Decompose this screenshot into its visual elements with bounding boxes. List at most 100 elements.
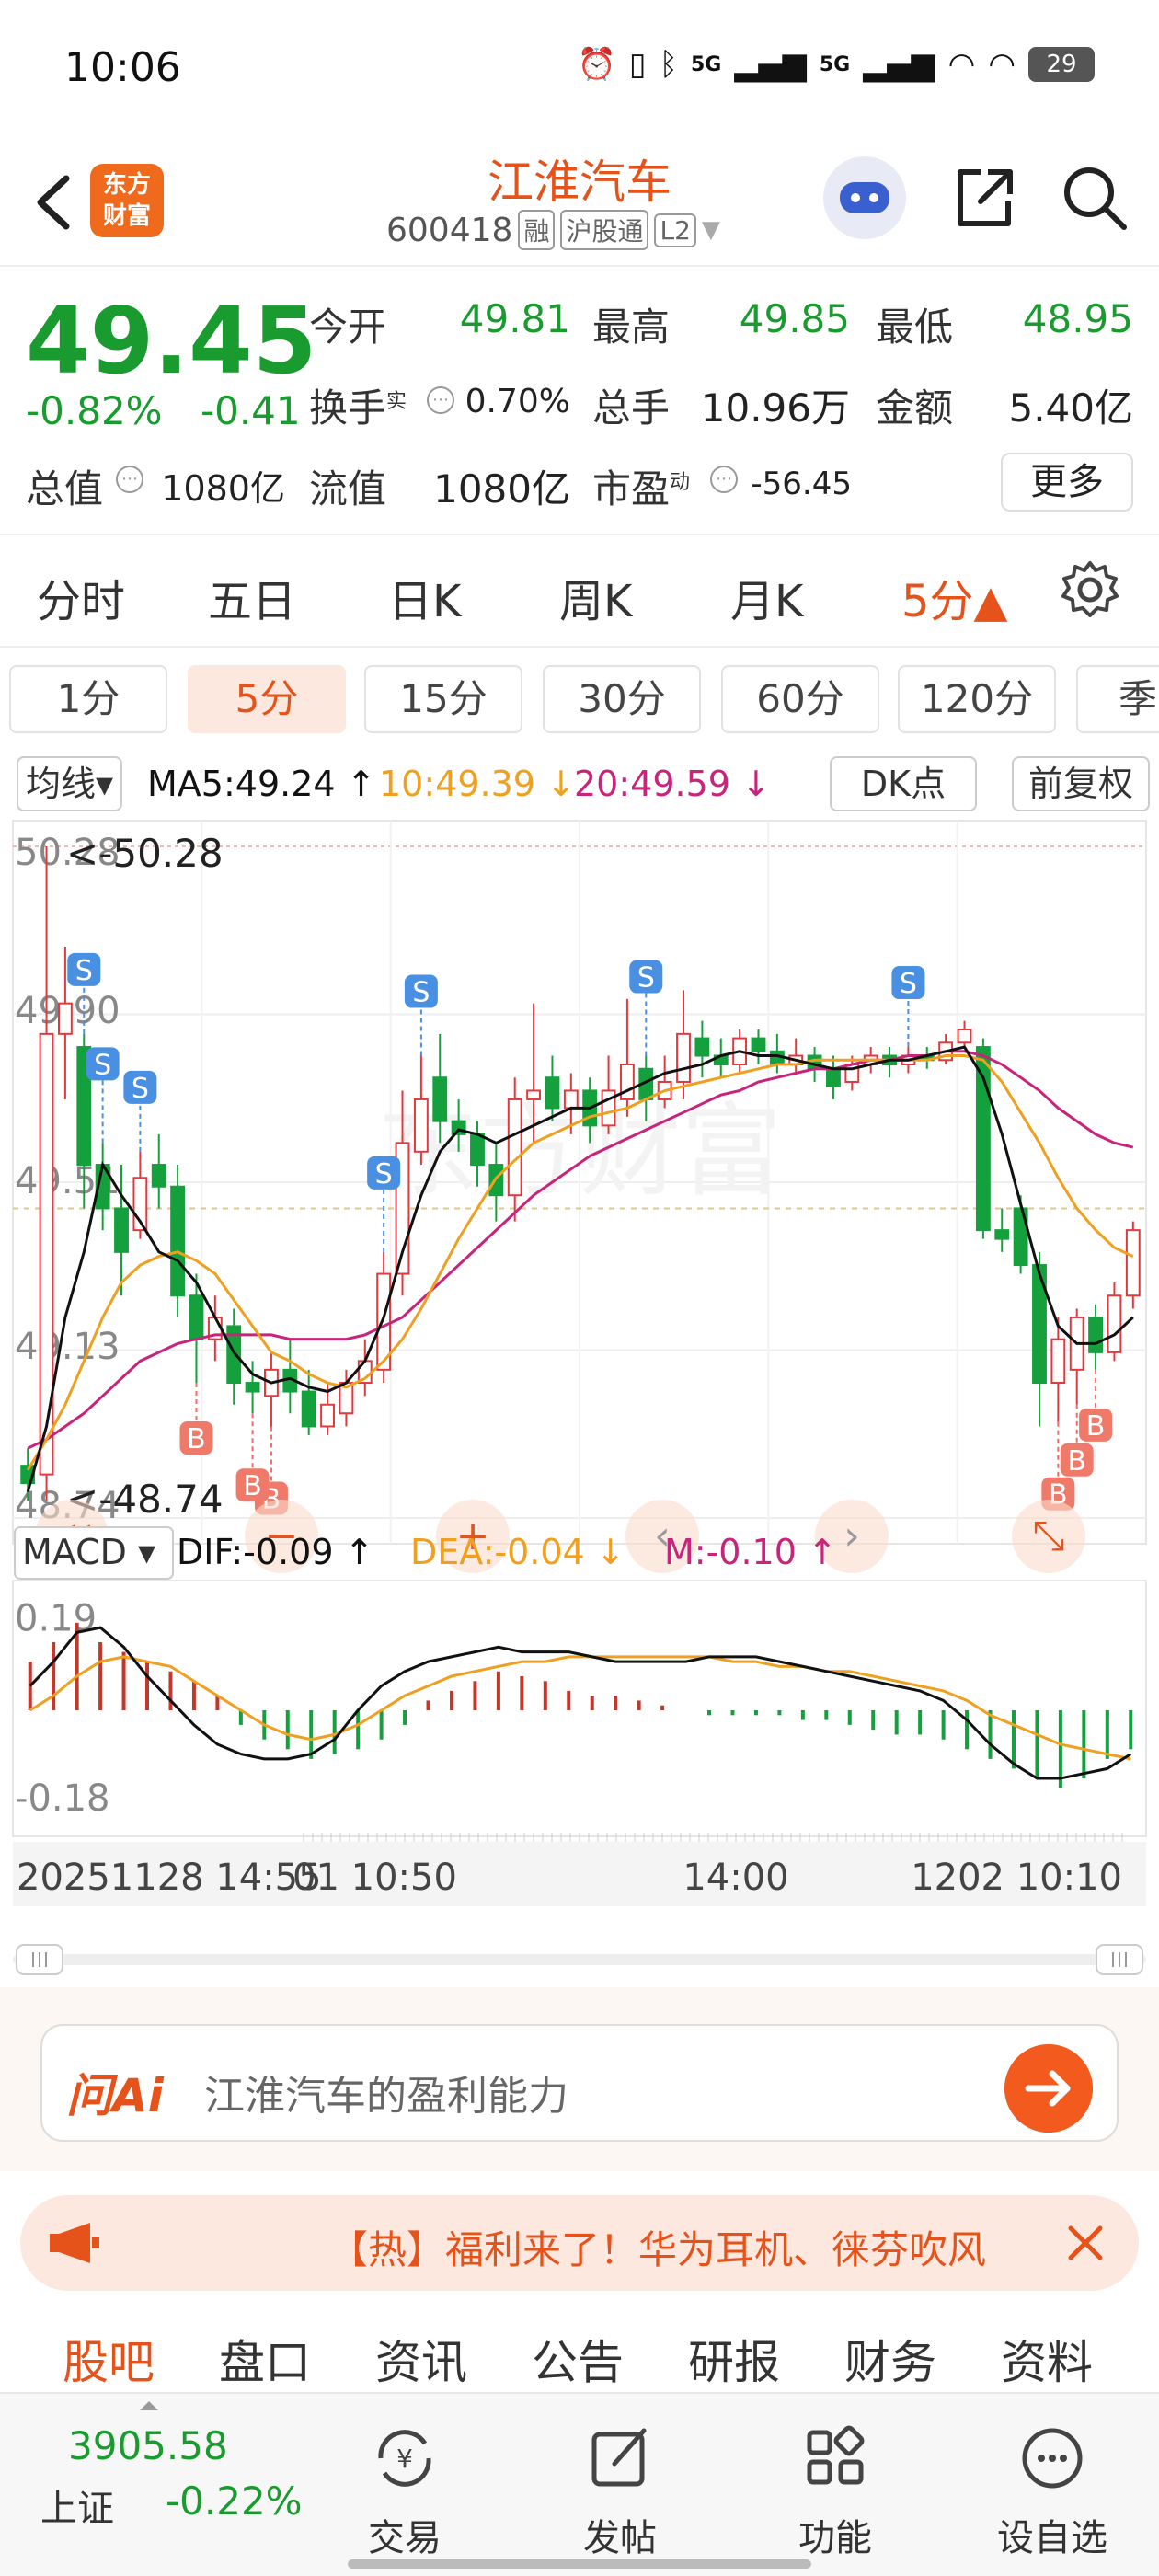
- macd-axis-bottom: -0.18: [15, 1777, 110, 1820]
- pe-info-icon[interactable]: ⋯: [710, 466, 738, 493]
- min-tab-60[interactable]: 60分: [721, 665, 879, 733]
- stock-header: 东方 财富 江淮汽车 600418 融 沪股通 L2 ▼: [0, 138, 1159, 267]
- ma-row: 均线▾ MA5:49.24 ↑ 10:49.39 ↓ 20:49.59 ↓ DK…: [11, 756, 1152, 815]
- signal-5g-icon: 5G: [691, 52, 722, 76]
- price-axis-label: 49.13: [15, 1326, 120, 1368]
- candle-body: [694, 1037, 710, 1057]
- min-tab-15[interactable]: 15分: [364, 665, 522, 733]
- status-bar: 10:06 ⏰ ▯ ᛒ 5G ▂▄▆ 5G ▂▄▆ ◠ ◠ 29: [0, 0, 1159, 138]
- min-tab-1[interactable]: 1分: [9, 665, 167, 733]
- nav-post[interactable]: 发帖: [546, 2412, 694, 2559]
- chart-fullscreen-icon-glyph: ⤡: [1032, 1512, 1064, 1559]
- tab-five-day[interactable]: 五日: [208, 565, 296, 629]
- gear-icon[interactable]: [1058, 558, 1122, 622]
- tab-announcements[interactable]: 公告: [532, 2326, 624, 2392]
- ma20-value: 20:49.59 ↓: [574, 764, 771, 804]
- sell-signal-text: S: [94, 1049, 111, 1081]
- mcap-info-icon[interactable]: ⋯: [116, 466, 143, 493]
- macd-dea-value: DEA:-0.04 ↓: [410, 1532, 625, 1572]
- robot-icon: [840, 182, 889, 213]
- macd-pane: [12, 1580, 1147, 1837]
- edit-icon: [591, 2428, 647, 2487]
- candle-body: [432, 1076, 448, 1122]
- notice-banner[interactable]: 【热】福利来了！华为耳机、徕芬吹风: [20, 2195, 1139, 2291]
- candle-body: [189, 1294, 204, 1340]
- tab-research[interactable]: 研报: [688, 2326, 780, 2392]
- index-name: 上证: [40, 2488, 114, 2530]
- buy-signal-text: B: [243, 1470, 262, 1502]
- wifi-icon-2: ◠: [988, 46, 1016, 83]
- ai-area: 问Ai 江淮汽车的盈利能力: [0, 1987, 1159, 2171]
- stock-code-row[interactable]: 600418 融 沪股通 L2 ▼: [386, 210, 720, 250]
- nav-watchlist[interactable]: 设自选: [979, 2412, 1126, 2559]
- adjust-button[interactable]: 前复权: [1012, 756, 1150, 811]
- time-label-3: 14:00: [683, 1857, 788, 1899]
- candle-body: [545, 1076, 560, 1110]
- more-button[interactable]: 更多: [1001, 453, 1133, 512]
- tab-profile[interactable]: 资料: [1001, 2326, 1093, 2392]
- ai-prompt-text: 江淮汽车的盈利能力: [204, 2073, 568, 2120]
- vibrate-icon: ▯: [628, 46, 647, 83]
- chart-scrollbar[interactable]: [13, 1941, 1146, 1978]
- candle-body: [507, 1098, 522, 1197]
- tab-monthly-k[interactable]: 月K: [730, 565, 803, 629]
- macd-m-value: M:-0.10 ↑: [664, 1532, 837, 1572]
- tab-news[interactable]: 资讯: [375, 2326, 467, 2392]
- wifi-icon: ◠: [947, 46, 976, 83]
- assistant-avatar[interactable]: [823, 156, 906, 239]
- time-label-start: 20251128 14:55: [17, 1857, 322, 1899]
- more-circle-icon: [1022, 2428, 1083, 2489]
- index-change: -0.22%: [166, 2478, 303, 2524]
- kline-svg[interactable]: 东方财富50.2849.9049.5149.1348.74<-50.28<-48…: [0, 819, 1159, 1941]
- tab-weekly-k[interactable]: 周K: [559, 565, 632, 629]
- tab-5min[interactable]: 5分▲: [901, 565, 1007, 629]
- tag-margin: 融: [518, 210, 556, 250]
- sell-signal-text: S: [900, 968, 917, 1000]
- candle-body: [1050, 1338, 1066, 1385]
- ai-question-box[interactable]: 问Ai 江淮汽车的盈利能力: [40, 2024, 1119, 2142]
- send-arrow-icon[interactable]: [1004, 2044, 1093, 2133]
- min-tab-quarter[interactable]: 季: [1076, 665, 1159, 733]
- content-tabs: 股吧 盘口 资讯 公告 研报 财务 资料: [0, 2309, 1159, 2392]
- tag-connect: 沪股通: [560, 210, 649, 250]
- bluetooth-icon: ᛒ: [659, 46, 678, 83]
- alarm-icon: ⏰: [577, 46, 616, 83]
- robot-eye-right: [869, 193, 878, 202]
- tab-intraday[interactable]: 分时: [37, 565, 125, 629]
- candle-body: [151, 1164, 166, 1188]
- open-label: 今开: [309, 305, 387, 350]
- candle-body: [975, 1046, 991, 1232]
- macd-dif-value: DIF:-0.09 ↑: [177, 1532, 373, 1572]
- kline-chart[interactable]: 东方财富50.2849.9049.5149.1348.74<-50.28<-48…: [0, 819, 1159, 1996]
- amount-value: 5.40亿: [1008, 385, 1133, 431]
- nav-trade[interactable]: ¥ 交易: [331, 2412, 478, 2559]
- candle-body: [994, 1229, 1010, 1240]
- share-icon[interactable]: [947, 161, 1021, 235]
- search-icon[interactable]: [1058, 161, 1131, 235]
- signal-5g-icon-2: 5G: [819, 52, 851, 76]
- stock-code: 600418: [386, 211, 513, 249]
- indicator-select[interactable]: 均线▾: [17, 756, 123, 811]
- candle-body: [676, 1032, 691, 1083]
- info-icon[interactable]: ⋯: [427, 386, 454, 414]
- tab-daily-k[interactable]: 日K: [388, 565, 461, 629]
- candle-body: [245, 1382, 260, 1393]
- robot-eye-left: [851, 193, 860, 202]
- notice-text: 【热】福利来了！华为耳机、徕芬吹风: [329, 2227, 987, 2272]
- tab-orderbook[interactable]: 盘口: [219, 2326, 311, 2392]
- dk-point-button[interactable]: DK点: [830, 756, 977, 811]
- pe-label: 市盈动: [592, 458, 690, 514]
- nav-watchlist-label: 设自选: [997, 2517, 1107, 2559]
- signal-bars-icon: ▂▄▆: [734, 46, 807, 83]
- candle-body: [751, 1037, 766, 1052]
- min-tab-120[interactable]: 120分: [898, 665, 1056, 733]
- min-tab-5[interactable]: 5分: [188, 665, 346, 733]
- candle-body: [957, 1029, 972, 1044]
- sell-signal-text: S: [637, 962, 655, 995]
- min-tab-30[interactable]: 30分: [543, 665, 701, 733]
- close-icon[interactable]: [1056, 2214, 1115, 2272]
- tab-forum[interactable]: 股吧: [63, 2326, 155, 2392]
- nav-functions[interactable]: 功能: [762, 2412, 909, 2559]
- tab-finance[interactable]: 财务: [844, 2326, 936, 2392]
- buy-signal-text: B: [1067, 1445, 1086, 1478]
